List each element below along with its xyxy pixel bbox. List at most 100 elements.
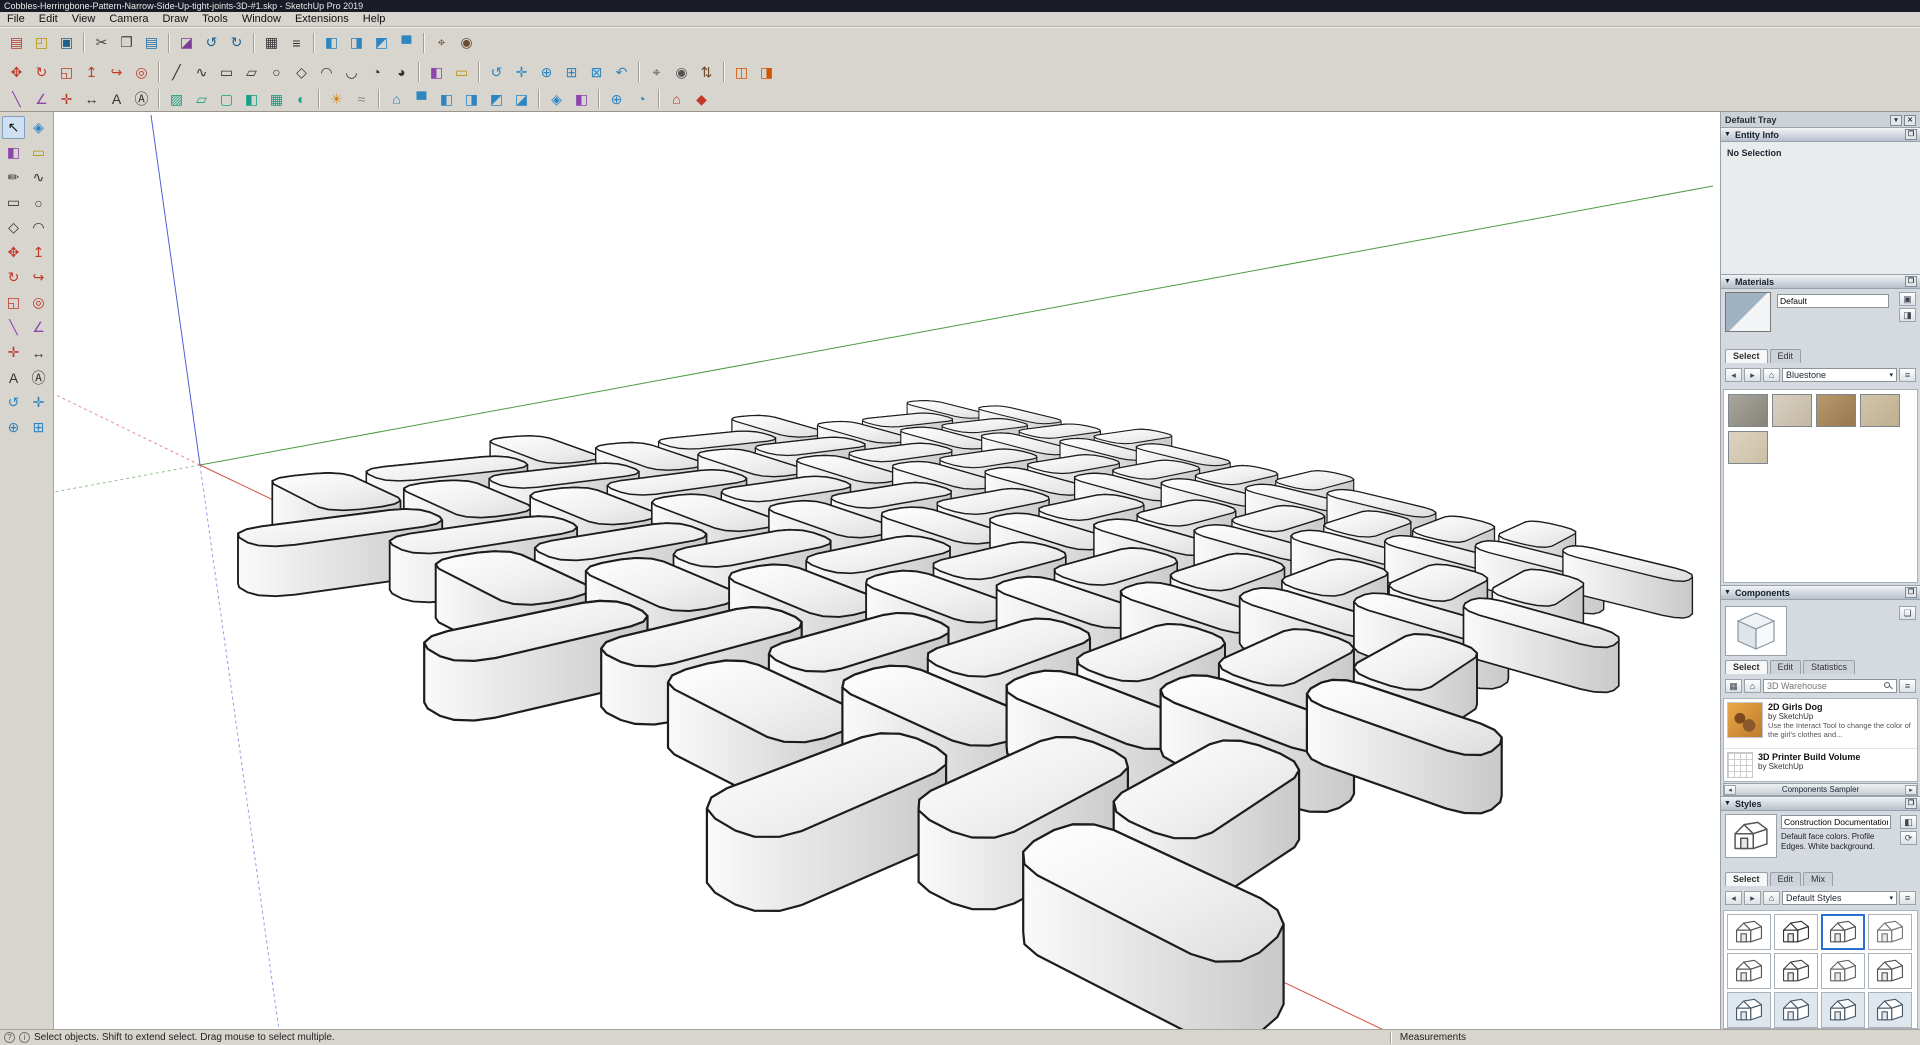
offset-tool-icon[interactable]: ◎ <box>130 61 153 84</box>
zoom-window-tool-icon[interactable]: ⊞ <box>560 61 583 84</box>
cut-tool-icon[interactable]: ✂ <box>90 31 113 54</box>
protractor-tool-icon[interactable]: ∠ <box>27 316 50 339</box>
make-component-tool-icon[interactable]: ◈ <box>545 88 568 111</box>
components-header[interactable]: ▼ Components ❐ <box>1721 585 1920 600</box>
rotate-tool-icon[interactable]: ↻ <box>2 266 25 289</box>
model-canvas[interactable] <box>54 112 1720 1029</box>
styles-forward-button[interactable]: ▸ <box>1744 891 1761 905</box>
axes-tool-icon[interactable]: ✛ <box>55 88 78 111</box>
style-thumb-4[interactable] <box>1868 914 1912 950</box>
style-thumb-6[interactable] <box>1774 953 1818 989</box>
look-tool-tool-icon[interactable]: ◉ <box>455 31 478 54</box>
text-tool-icon[interactable]: A <box>105 88 128 111</box>
erase-tool-icon[interactable]: ◪ <box>175 31 198 54</box>
components-search-box[interactable] <box>1763 679 1897 693</box>
materials-back-button[interactable]: ◂ <box>1725 368 1742 382</box>
style-thumb-5[interactable] <box>1727 953 1771 989</box>
style-thumb-11[interactable] <box>1821 992 1865 1028</box>
std-view-top-tool-icon[interactable]: ▀ <box>410 88 433 111</box>
rectangle-tool-icon[interactable]: ▭ <box>215 61 238 84</box>
create-material-button[interactable]: ▣ <box>1899 292 1916 306</box>
previous-view-tool-icon[interactable]: ↶ <box>610 61 633 84</box>
arc-tool-icon[interactable]: ◠ <box>27 216 50 239</box>
copy-tool-icon[interactable]: ❐ <box>115 31 138 54</box>
style-thumb-10[interactable] <box>1774 992 1818 1028</box>
zoom-tool-icon[interactable]: ⊕ <box>2 416 25 439</box>
move-tool-icon[interactable]: ✥ <box>2 241 25 264</box>
material-swatch-bluestone-beige[interactable] <box>1860 394 1900 427</box>
arc-tool-icon[interactable]: ◠ <box>315 61 338 84</box>
protractor-tool-icon[interactable]: ∠ <box>30 88 53 111</box>
materials-tab-edit[interactable]: Edit <box>1770 349 1802 363</box>
menu-draw[interactable]: Draw <box>155 12 195 27</box>
tray-pin-icon[interactable]: ▾ <box>1890 115 1902 126</box>
model-viewport[interactable] <box>54 112 1720 1029</box>
tape-measure-tool-icon[interactable]: ╲ <box>2 316 25 339</box>
material-name-field[interactable] <box>1777 294 1889 308</box>
zoom-extents-tool-icon[interactable]: ⊠ <box>585 61 608 84</box>
rotate-tool-icon[interactable]: ↻ <box>30 61 53 84</box>
line-tool-icon[interactable]: ╱ <box>165 61 188 84</box>
component-preview[interactable] <box>1725 606 1787 656</box>
circle-tool-icon[interactable]: ○ <box>27 191 50 214</box>
std-view-back-tool-icon[interactable]: ◩ <box>485 88 508 111</box>
materials-home-icon[interactable]: ⌂ <box>1763 368 1780 382</box>
style-thumb-8[interactable] <box>1868 953 1912 989</box>
view-front-tool-icon[interactable]: ◧ <box>320 31 343 54</box>
follow-me-tool-icon[interactable]: ↪ <box>27 266 50 289</box>
section-plane-tool-icon[interactable]: ◫ <box>730 61 753 84</box>
entity-info-detach-icon[interactable]: ❐ <box>1905 129 1917 140</box>
position-camera-tool-icon[interactable]: ⌖ <box>645 61 668 84</box>
components-collection-forward[interactable]: ▸ <box>1905 785 1917 795</box>
materials-collection-dropdown[interactable]: Bluestone ▾ <box>1782 368 1897 382</box>
components-details-button[interactable]: ≡ <box>1899 679 1916 693</box>
view-iso-tool-icon[interactable]: ◩ <box>370 31 393 54</box>
components-search-input[interactable] <box>1767 681 1884 691</box>
zoom-extents-tool-icon[interactable]: ⊞ <box>27 416 50 439</box>
new-tool-icon[interactable]: ▤ <box>5 31 28 54</box>
material-preview[interactable] <box>1725 292 1771 332</box>
rectangle-tool-icon[interactable]: ▭ <box>2 191 25 214</box>
styles-back-button[interactable]: ◂ <box>1725 891 1742 905</box>
zoom-tool-icon[interactable]: ⊕ <box>535 61 558 84</box>
push-pull-tool-icon[interactable]: ↥ <box>80 61 103 84</box>
std-view-front-tool-icon[interactable]: ◧ <box>435 88 458 111</box>
walk-tool-tool-icon[interactable]: ⌖ <box>430 31 453 54</box>
styles-header[interactable]: ▼ Styles ❐ <box>1721 796 1920 811</box>
materials-header[interactable]: ▼ Materials ❐ <box>1721 274 1920 289</box>
std-view-left-tool-icon[interactable]: ◪ <box>510 88 533 111</box>
make-component-tool-icon[interactable]: ◈ <box>27 116 50 139</box>
rotated-rectangle-tool-icon[interactable]: ▱ <box>240 61 263 84</box>
print-tool-icon[interactable]: ▦ <box>260 31 283 54</box>
menu-file[interactable]: File <box>0 12 32 27</box>
tray-close-icon[interactable]: ✕ <box>1904 115 1916 126</box>
x-ray-tool-icon[interactable]: ▨ <box>165 88 188 111</box>
paint-bucket-tool-icon[interactable]: ◧ <box>2 141 25 164</box>
std-view-right-tool-icon[interactable]: ◨ <box>460 88 483 111</box>
3d-text-tool-icon[interactable]: Ⓐ <box>130 88 153 111</box>
shaded-tool-icon[interactable]: ◧ <box>240 88 263 111</box>
components-view-button[interactable]: ▦ <box>1725 679 1742 693</box>
materials-tab-select[interactable]: Select <box>1725 349 1768 363</box>
style-thumb-7[interactable] <box>1821 953 1865 989</box>
hidden-line-tool-icon[interactable]: ▢ <box>215 88 238 111</box>
view-top-tool-icon[interactable]: ▀ <box>395 31 418 54</box>
pan-tool-icon[interactable]: ✛ <box>27 391 50 414</box>
select-tool-icon[interactable]: ↖ <box>2 116 25 139</box>
line-tool-icon[interactable]: ✏ <box>2 166 25 189</box>
help-icon[interactable]: ? <box>4 1032 15 1043</box>
std-view-iso-tool-icon[interactable]: ⌂ <box>385 88 408 111</box>
undo-tool-icon[interactable]: ↺ <box>200 31 223 54</box>
freehand-tool-icon[interactable]: ∿ <box>190 61 213 84</box>
two-point-arc-tool-icon[interactable]: ◡ <box>340 61 363 84</box>
redo-tool-icon[interactable]: ↻ <box>225 31 248 54</box>
styles-tab-select[interactable]: Select <box>1725 872 1768 886</box>
fog-tool-icon[interactable]: ≈ <box>350 88 373 111</box>
dimension-tool-icon[interactable]: ↔ <box>80 88 103 111</box>
style-thumb-2[interactable] <box>1774 914 1818 950</box>
paste-tool-icon[interactable]: ▤ <box>140 31 163 54</box>
zoom-photo-tool-icon[interactable]: ⊕ <box>605 88 628 111</box>
extension-warehouse-tool-icon[interactable]: ◆ <box>690 88 713 111</box>
styles-tab-mix[interactable]: Mix <box>1803 872 1833 886</box>
orbit-tool-icon[interactable]: ↺ <box>485 61 508 84</box>
